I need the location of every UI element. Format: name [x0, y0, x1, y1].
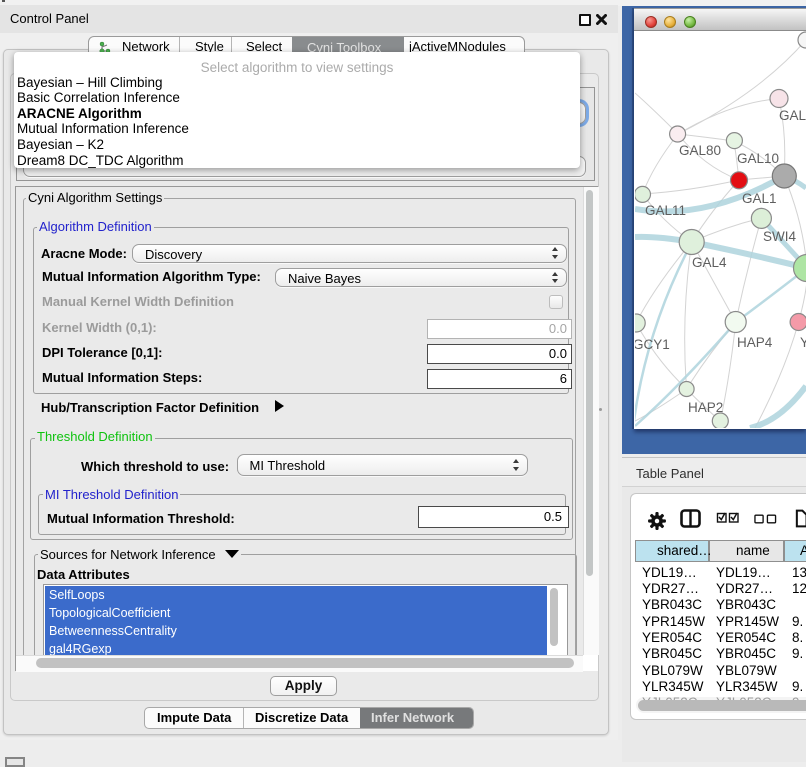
svg-text:SWI4: SWI4: [763, 229, 796, 244]
svg-text:Y: Y: [800, 335, 806, 350]
svg-text:GAL10: GAL10: [737, 151, 779, 166]
svg-text:GAL80: GAL80: [679, 143, 721, 158]
svg-text:GAL11: GAL11: [645, 203, 686, 218]
svg-text:GAL4: GAL4: [692, 255, 727, 270]
svg-text:HAP2: HAP2: [688, 400, 723, 415]
svg-text:GCY1: GCY1: [635, 337, 670, 352]
svg-text:GAL: GAL: [779, 108, 806, 123]
svg-text:HAP4: HAP4: [737, 335, 773, 350]
svg-text:GAL1: GAL1: [742, 191, 777, 206]
